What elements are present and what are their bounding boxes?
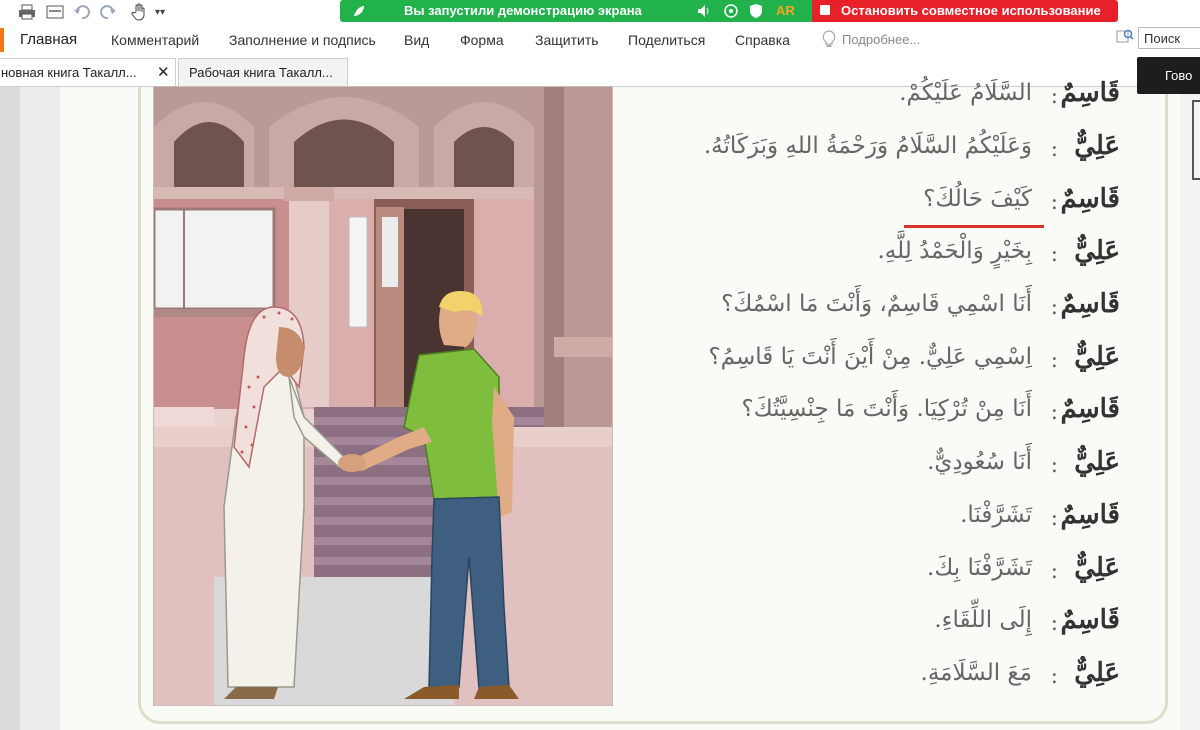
tooltip-text: Гово bbox=[1165, 68, 1193, 83]
speaker-name: قَاسِمٌ bbox=[1060, 184, 1120, 214]
tell-me-label: Подробнее... bbox=[842, 31, 921, 47]
speaker-icon[interactable] bbox=[697, 3, 713, 22]
speaker-name: عَلِيٌّ bbox=[1074, 658, 1120, 688]
share-leaf-icon bbox=[352, 3, 366, 22]
dialogue-text: تَشَرَّفْنَا. bbox=[960, 502, 1032, 528]
search-icon[interactable] bbox=[1116, 28, 1134, 48]
speaker-name: عَلِيٌّ bbox=[1074, 342, 1120, 372]
stop-sharing-label: Остановить совместное использование bbox=[841, 3, 1101, 18]
dialogue-line: إِلَى اللِّقَاءِ. : قَاسِمٌ bbox=[640, 605, 1120, 653]
tab-label: новная книга Такалл... bbox=[1, 65, 137, 80]
dialogue-line: بِخَيْرٍ وَالْحَمْدُ لِلَّهِ. : عَلِيٌّ bbox=[640, 236, 1121, 284]
hand-tool-icon[interactable] bbox=[128, 3, 150, 21]
search-placeholder: Поиск bbox=[1144, 31, 1181, 46]
language-badge[interactable]: AR bbox=[776, 3, 795, 18]
dialogue-text: إِلَى اللِّقَاءِ. bbox=[934, 607, 1032, 633]
speaker-name: قَاسِمٌ bbox=[1060, 289, 1120, 319]
dialogue-line: اِسْمِي عَلِيٌّ. مِنْ أَيْنَ أَنْتَ يَا … bbox=[640, 342, 1120, 390]
dialogue-text: بِخَيْرٍ وَالْحَمْدُ لِلَّهِ. bbox=[877, 238, 1033, 264]
red-underline-annotation bbox=[904, 225, 1044, 228]
menu-protect[interactable]: Защитить bbox=[535, 32, 599, 48]
lightbulb-icon bbox=[822, 30, 836, 47]
dialogue-line: تَشَرَّفْنَا بِكَ. : عَلِيٌّ bbox=[640, 553, 1120, 601]
side-panel-marker bbox=[1192, 100, 1200, 180]
tab-label: Рабочая книга Такалл... bbox=[189, 65, 333, 80]
record-icon[interactable] bbox=[723, 3, 739, 23]
share-status-text: Вы запустили демонстрацию экрана bbox=[404, 3, 642, 18]
dialogue-line: أَنَا سُعُودِيٌّ. : عَلِيٌّ bbox=[640, 447, 1120, 495]
dialogue-colon: : bbox=[1050, 242, 1058, 267]
tell-me-field[interactable]: Подробнее... bbox=[822, 30, 920, 48]
speaker-name: عَلِيٌّ bbox=[1074, 553, 1120, 583]
dialogue-line: مَعَ السَّلَامَةِ. : عَلِيٌّ bbox=[640, 658, 1120, 706]
speaker-name: قَاسِمٌ bbox=[1060, 500, 1120, 530]
dialogue-text: تَشَرَّفْنَا بِكَ. bbox=[927, 555, 1032, 581]
dialogue-colon: : bbox=[1050, 190, 1058, 215]
dialogue-text: مَعَ السَّلَامَةِ. bbox=[920, 660, 1032, 686]
dialogue-line: كَيْفَ حَالُكَ؟ : قَاسِمٌ bbox=[640, 184, 1120, 232]
menu-comment[interactable]: Комментарий bbox=[111, 32, 199, 48]
dialogue-colon: : bbox=[1050, 348, 1058, 373]
dialogue-text: أَنَا سُعُودِيٌّ. bbox=[927, 449, 1032, 475]
ribbon-menu: Главная Комментарий Заполнение и подпись… bbox=[0, 24, 1200, 56]
close-icon[interactable]: ✕ bbox=[157, 63, 170, 81]
dialogue-illustration bbox=[153, 86, 613, 706]
print-icon[interactable] bbox=[17, 3, 37, 21]
dialogue-colon: : bbox=[1050, 84, 1058, 109]
dialogue-colon: : bbox=[1050, 611, 1058, 636]
undo-icon[interactable] bbox=[72, 3, 92, 21]
dialogue-text: أَنَا مِنْ تُرْكِيَا. وَأَنْتَ مَا جِنْس… bbox=[741, 396, 1032, 422]
menu-view[interactable]: Вид bbox=[404, 32, 429, 48]
dialogue-colon: : bbox=[1050, 559, 1058, 584]
stop-icon bbox=[820, 5, 830, 15]
customize-icon[interactable]: ▾▾ bbox=[150, 3, 170, 21]
page-gutter bbox=[20, 87, 60, 730]
menu-fill-sign[interactable]: Заполнение и подпись bbox=[229, 32, 376, 48]
dialogue-colon: : bbox=[1050, 506, 1058, 531]
tooltip: Гово bbox=[1137, 57, 1200, 94]
dialogue-text: اِسْمِي عَلِيٌّ. مِنْ أَيْنَ أَنْتَ يَا … bbox=[708, 344, 1032, 370]
dialogue-line: السَّلَامُ عَلَيْكُمْ. : قَاسِمٌ bbox=[640, 78, 1120, 126]
tab-main-book[interactable]: новная книга Такалл... ✕ bbox=[0, 58, 176, 86]
dialogue-colon: : bbox=[1050, 453, 1058, 478]
menu-form[interactable]: Форма bbox=[460, 32, 504, 48]
dialogue-text: وَعَلَيْكُمُ السَّلَامُ وَرَحْمَةُ اللهِ… bbox=[703, 133, 1032, 159]
dialogue-colon: : bbox=[1050, 400, 1058, 425]
dialogue-text: أَنَا اسْمِي قَاسِمٌ، وَأَنْتَ مَا اسْمُ… bbox=[721, 291, 1032, 317]
dialogue-colon: : bbox=[1050, 137, 1058, 162]
menu-help[interactable]: Справка bbox=[735, 32, 790, 48]
screen-share-bar: Вы запустили демонстрацию экрана AR Оста… bbox=[340, 0, 1118, 22]
stop-sharing-button[interactable]: Остановить совместное использование bbox=[812, 0, 1118, 22]
file-menu-accent[interactable] bbox=[0, 28, 4, 52]
screen-icon[interactable] bbox=[45, 3, 65, 21]
dialogue-line: أَنَا اسْمِي قَاسِمٌ، وَأَنْتَ مَا اسْمُ… bbox=[640, 289, 1120, 337]
dialogue-colon: : bbox=[1050, 664, 1058, 689]
dialogue-text: كَيْفَ حَالُكَ؟ bbox=[923, 186, 1032, 212]
speaker-name: عَلِيٌّ bbox=[1074, 236, 1120, 266]
search-input[interactable]: Поиск bbox=[1138, 27, 1200, 49]
speaker-name: عَلِيٌّ bbox=[1074, 447, 1120, 477]
shield-icon[interactable] bbox=[749, 3, 763, 23]
share-status-panel: Вы запустили демонстрацию экрана AR bbox=[340, 0, 812, 22]
redo-icon[interactable] bbox=[98, 3, 118, 21]
speaker-name: قَاسِمٌ bbox=[1060, 605, 1120, 635]
tab-workbook[interactable]: Рабочая книга Такалл... bbox=[178, 58, 348, 86]
dialogue-text: السَّلَامُ عَلَيْكُمْ. bbox=[899, 80, 1032, 106]
speaker-name: قَاسِمٌ bbox=[1060, 394, 1120, 424]
navigation-panel-strip bbox=[0, 87, 20, 730]
menu-home[interactable]: Главная bbox=[20, 31, 77, 48]
speaker-name: عَلِيٌّ bbox=[1074, 131, 1120, 161]
menu-share[interactable]: Поделиться bbox=[628, 32, 705, 48]
dialogue-line: أَنَا مِنْ تُرْكِيَا. وَأَنْتَ مَا جِنْس… bbox=[640, 394, 1120, 442]
dialogue-line: تَشَرَّفْنَا. : قَاسِمٌ bbox=[640, 500, 1120, 548]
speaker-name: قَاسِمٌ bbox=[1060, 78, 1120, 108]
dialogue-colon: : bbox=[1050, 295, 1058, 320]
dialogue-line: وَعَلَيْكُمُ السَّلَامُ وَرَحْمَةُ اللهِ… bbox=[640, 131, 1120, 179]
